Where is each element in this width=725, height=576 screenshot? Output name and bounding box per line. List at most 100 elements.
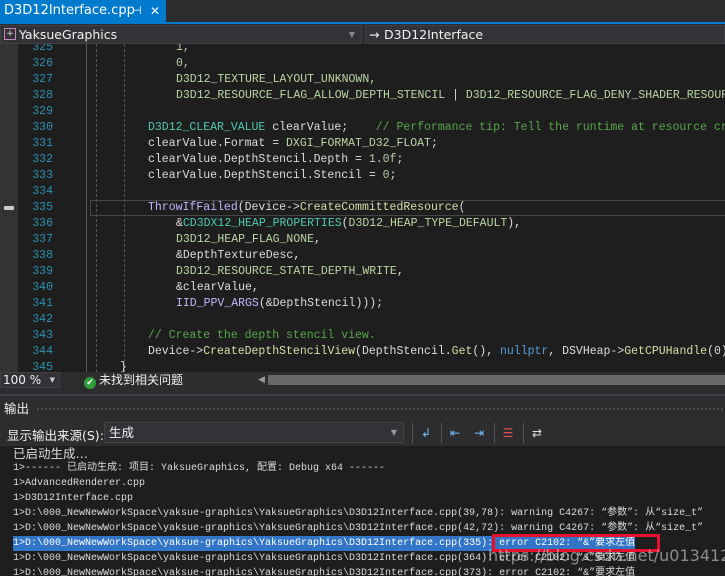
line-number: 332 — [32, 153, 53, 166]
previous-message-icon[interactable]: ⇤ — [446, 424, 464, 442]
code-token: 1, — [176, 44, 190, 54]
scope-dropdown[interactable]: → D3D12Interface — [365, 25, 725, 44]
issues-text: 未找到相关问题 — [99, 373, 184, 387]
code-text: D3D12_CLEAR_VALUE clearValue; // Perform… — [148, 120, 725, 136]
code-editor[interactable]: 325 1, 326 0, 327 D3D12_TEXTURE_LAYOUT_UNKNOW… — [0, 44, 725, 372]
line-number: 337 — [32, 233, 53, 246]
line-number: 329 — [32, 105, 53, 118]
clear-all-icon[interactable]: ☰ — [499, 424, 517, 442]
go-to-line-icon[interactable]: ↲ — [417, 424, 435, 442]
output-line[interactable]: 1>AdvancedRenderer.cpp — [13, 476, 145, 491]
code-text: D3D12_TEXTURE_LAYOUT_UNKNOWN, — [176, 72, 376, 88]
tab-bar: D3D12Interface.cpp ⊣ ✕ — [0, 0, 725, 22]
scroll-left-icon[interactable]: ◀ — [258, 372, 265, 388]
code-token: IID_PPV_ARGS — [176, 297, 259, 310]
code-token: , — [314, 233, 321, 246]
scope-name: D3D12Interface — [384, 27, 484, 42]
tab-d3d12interface[interactable]: D3D12Interface.cpp ⊣ ✕ — [0, 0, 166, 22]
code-line[interactable]: 342 — [0, 312, 725, 328]
source-value: 生成 — [109, 425, 135, 440]
line-number: 327 — [32, 73, 53, 86]
output-line[interactable]: 已启动生成… — [13, 446, 88, 461]
code-line[interactable]: 338 &DepthTextureDesc, — [0, 248, 725, 264]
line-number: 342 — [32, 313, 53, 326]
horizontal-scrollbar[interactable] — [268, 375, 725, 385]
next-message-icon[interactable]: ⇥ — [470, 424, 488, 442]
code-line[interactable]: 327 D3D12_TEXTURE_LAYOUT_UNKNOWN, — [0, 72, 725, 88]
code-token: D3D12_RESOURCE_STATE_DEPTH_WRITE — [176, 265, 397, 278]
code-text: 1, — [176, 44, 190, 56]
code-line[interactable]: 335 ThrowIfFailed(Device->CreateCommitted… — [0, 200, 725, 216]
code-token: , DSVHeap-> — [548, 345, 625, 358]
code-token: (0)); — [707, 345, 725, 358]
code-line[interactable]: 325 1, — [0, 44, 725, 56]
code-line[interactable]: 340 &clearValue, — [0, 280, 725, 296]
issues-indicator[interactable]: ✔ 未找到相关问题 — [84, 372, 183, 389]
code-line[interactable]: 343 // Create the depth stencil view. — [0, 328, 725, 344]
output-line[interactable]: 1>D:\000_NewNewWorkSpace\yaksue-graphics… — [13, 506, 703, 521]
chevron-down-icon: ▼ — [49, 376, 55, 384]
code-token: 0, — [176, 57, 190, 70]
source-label: 显示输出来源(S): — [7, 428, 104, 443]
check-circle-icon: ✔ — [84, 377, 96, 389]
line-number: 336 — [32, 217, 53, 230]
chevron-down-icon: ▼ — [390, 428, 397, 437]
editor-status-bar: 100 % ▼ ✔ 未找到相关问题 ◀ — [0, 372, 725, 389]
code-line[interactable]: 339 D3D12_RESOURCE_STATE_DEPTH_WRITE, — [0, 264, 725, 280]
code-token: ; — [396, 153, 404, 166]
output-panel-header: 输出 — [0, 398, 725, 420]
close-icon[interactable]: ✕ — [150, 0, 160, 22]
code-token: (), — [472, 345, 500, 358]
code-line[interactable]: 330 D3D12_CLEAR_VALUE clearValue; // Perf… — [0, 120, 725, 136]
zoom-dropdown[interactable]: 100 % ▼ — [0, 372, 60, 388]
line-number: 341 — [32, 297, 53, 310]
output-line[interactable]: 1>D3D12Interface.cpp — [13, 491, 133, 506]
code-line[interactable]: 341 IID_PPV_ARGS(&DepthStencil))); — [0, 296, 725, 312]
line-number: 330 — [32, 121, 53, 134]
output-text[interactable]: 已启动生成… 1>------ 已启动生成: 项目: YaksueGraphics… — [0, 446, 725, 576]
output-title: 输出 — [4, 401, 30, 416]
code-line[interactable]: 336 &CD3DX12_HEAP_PROPERTIES(D3D12_HEAP_T… — [0, 216, 725, 232]
output-line[interactable]: 1>D:\000_NewNewWorkSpace\yaksue-graphics… — [13, 566, 635, 576]
code-line[interactable]: 328 D3D12_RESOURCE_FLAG_ALLOW_DEPTH_STENC… — [0, 88, 725, 104]
chevron-down-icon: ▼ — [348, 30, 355, 39]
code-line[interactable]: 345} — [0, 360, 725, 372]
word-wrap-icon[interactable]: ⇄ — [528, 424, 546, 442]
code-line[interactable]: 329 — [0, 104, 725, 120]
code-line[interactable]: 331 clearValue.Format = DXGI_FORMAT_D32_F… — [0, 136, 725, 152]
project-dropdown[interactable]: + YaksueGraphics ▼ — [0, 25, 362, 44]
code-token: D3D12_HEAP_TYPE_DEFAULT — [348, 217, 508, 230]
code-token: nullptr — [500, 345, 549, 358]
code-token: ( — [341, 217, 349, 230]
code-line[interactable]: 332 clearValue.DepthStencil.Depth = 1.0f; — [0, 152, 725, 168]
code-line[interactable]: 337 D3D12_HEAP_FLAG_NONE, — [0, 232, 725, 248]
code-line[interactable]: 334 — [0, 184, 725, 200]
output-line[interactable]: 1>------ 已启动生成: 项目: YaksueGraphics, 配置: … — [13, 461, 385, 476]
code-token: D3D12_RESOURCE_FLAG_ALLOW_DEPTH_STENCIL — [176, 89, 446, 102]
code-token: D3D12_TEXTURE_LAYOUT_UNKNOWN, — [176, 73, 377, 86]
pin-icon[interactable]: ⊣ — [132, 0, 142, 22]
line-number: 335 — [32, 201, 53, 214]
code-token: 0 — [382, 169, 390, 182]
code-line[interactable]: 344 Device->CreateDepthStencilView(DepthS… — [0, 344, 725, 360]
watermark: https://blog.csdn.net/u013412391 — [488, 546, 725, 565]
code-text: clearValue.Format = DXGI_FORMAT_D32_FLOA… — [148, 136, 438, 152]
panel-divider[interactable] — [0, 394, 725, 396]
code-line[interactable]: 333 clearValue.DepthStencil.Stencil = 0; — [0, 168, 725, 184]
code-token: &DepthTextureDesc, — [176, 249, 301, 262]
code-token: // Performance tip: Tell the runtime at … — [375, 121, 725, 134]
toolbar-separator — [494, 423, 495, 443]
code-text: IID_PPV_ARGS(&DepthStencil))); — [176, 296, 383, 312]
code-token: , — [396, 265, 404, 278]
line-number: 338 — [32, 249, 53, 262]
code-token: ), — [507, 217, 522, 230]
panel-grip[interactable] — [36, 407, 723, 411]
code-token: GetCPUHandle — [624, 345, 708, 358]
code-line[interactable]: 326 0, — [0, 56, 725, 72]
output-source-select[interactable]: 生成 ▼ — [104, 422, 404, 443]
code-token: } — [120, 361, 127, 372]
code-text: clearValue.DepthStencil.Stencil = 0; — [148, 168, 396, 184]
output-toolbar: 显示输出来源(S): 生成 ▼ ↲ ⇤ ⇥ ☰ ⇄ — [0, 420, 725, 446]
toolbar-separator — [523, 423, 524, 443]
zoom-level: 100 % — [3, 373, 42, 387]
